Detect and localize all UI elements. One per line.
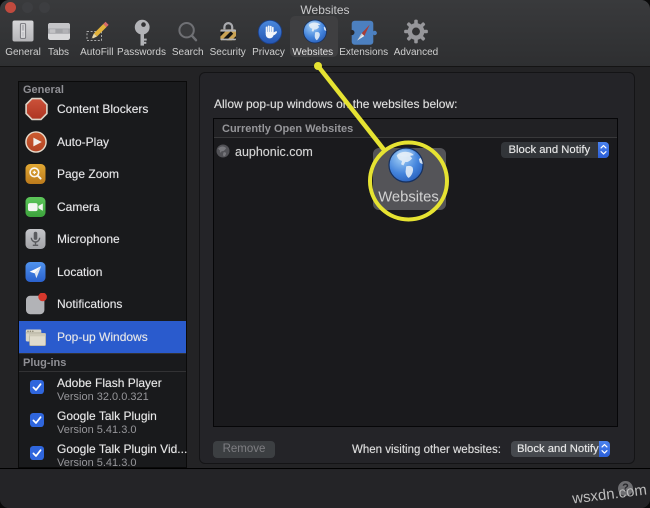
svg-text:Websites: Websites [378,190,439,206]
